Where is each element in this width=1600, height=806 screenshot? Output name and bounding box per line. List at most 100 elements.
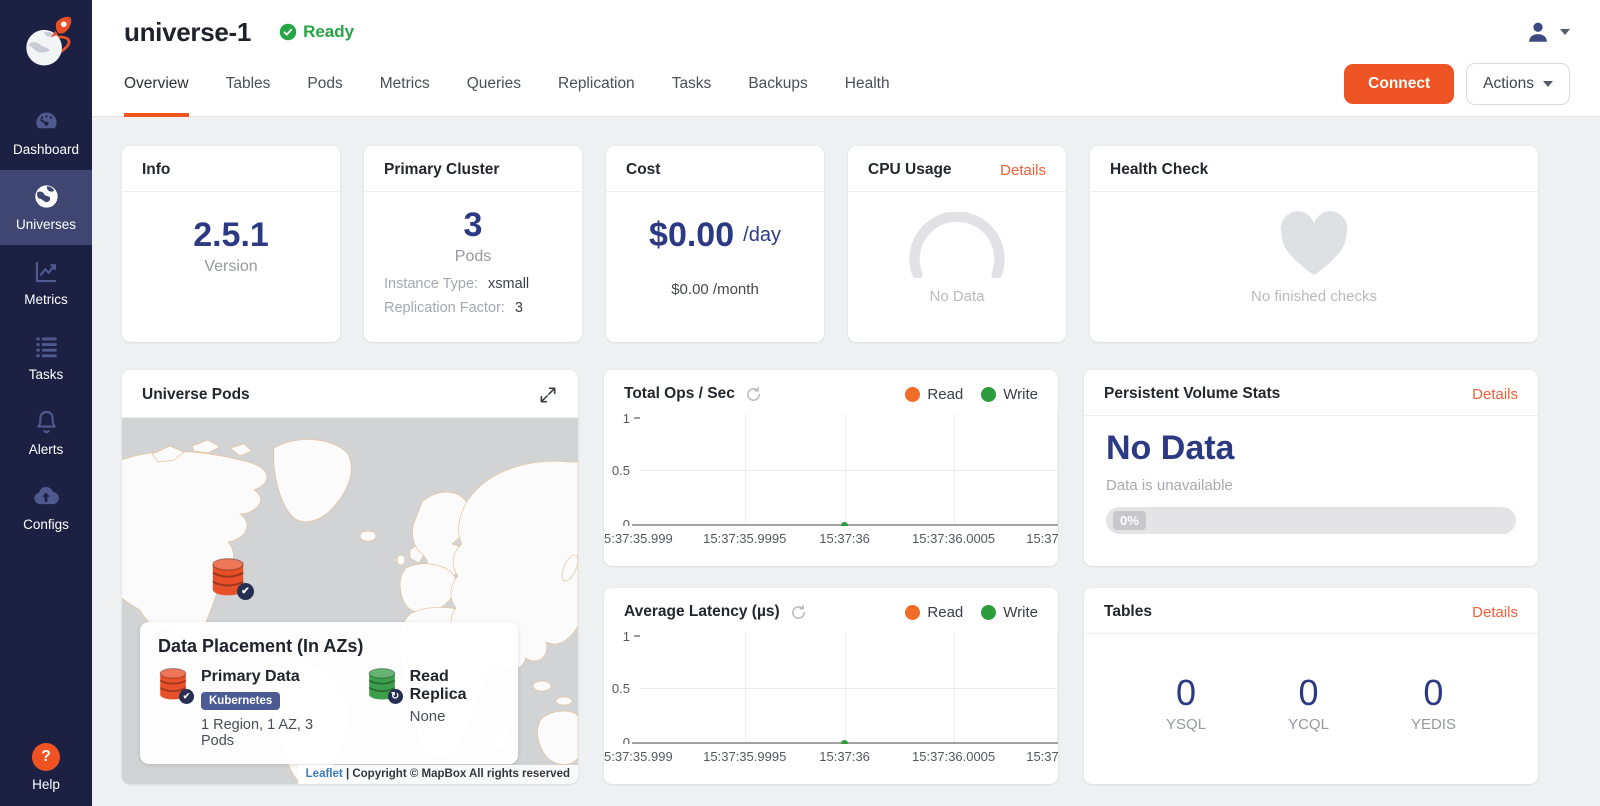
health-empty-text: No finished checks	[1251, 288, 1377, 305]
legend-read[interactable]: Read	[905, 604, 963, 621]
expand-icon[interactable]	[538, 385, 558, 405]
list-icon	[33, 332, 60, 360]
x-tick: 15:37:	[1026, 749, 1058, 764]
cpu-details-link[interactable]: Details	[1000, 162, 1046, 179]
help-icon: ?	[32, 743, 60, 771]
card-title: Persistent Volume Stats	[1104, 385, 1280, 403]
ycql-label: YCQL	[1288, 716, 1329, 733]
chart-legend: Read Write	[905, 386, 1038, 403]
connect-button[interactable]: Connect	[1344, 64, 1454, 104]
sidebar-item-tasks[interactable]: Tasks	[0, 320, 92, 395]
volume-empty-subtitle: Data is unavailable	[1106, 477, 1233, 494]
cloud-upload-icon	[32, 482, 60, 510]
map-attribution: Leaflet | Copyright © MapBox All rights …	[298, 765, 578, 784]
user-menu[interactable]	[1525, 19, 1570, 45]
x-tick: 5:37:35.999	[604, 531, 673, 546]
sidebar-item-configs[interactable]: Configs	[0, 470, 92, 545]
status-badge: Ready	[279, 22, 354, 42]
total-ops-chart-card: Total Ops / Sec Read Write	[604, 370, 1058, 566]
replication-factor-value: 3	[515, 300, 523, 316]
y-tick: 1	[604, 632, 630, 644]
x-tick: 15:37:	[1026, 531, 1058, 546]
world-map[interactable]: ✔ Data Placement (In AZs) ✔ Pri	[122, 418, 578, 784]
legend-write[interactable]: Write	[981, 604, 1038, 621]
universe-pods-card: Universe Pods	[122, 370, 578, 784]
y-tick: 1	[604, 414, 630, 426]
cluster-map-marker[interactable]: ✔	[210, 558, 250, 600]
cost-per-month: $0.00 /month	[671, 281, 759, 298]
tab-tasks[interactable]: Tasks	[672, 50, 712, 117]
sidebar-item-label: Metrics	[24, 292, 68, 307]
pods-label: Pods	[455, 248, 491, 266]
version-label: Version	[204, 258, 257, 276]
globe-icon	[33, 182, 60, 210]
yedis-label: YEDIS	[1411, 716, 1456, 733]
refresh-icon[interactable]	[790, 604, 807, 621]
tab-tables[interactable]: Tables	[226, 50, 271, 117]
chart-plot-area: 1 0.5 0	[604, 414, 1058, 526]
cost-per-day-value: $0.00	[649, 216, 734, 255]
heart-icon	[1275, 210, 1353, 280]
line-chart-icon	[33, 257, 60, 285]
tab-metrics[interactable]: Metrics	[380, 50, 430, 117]
tab-backups[interactable]: Backups	[748, 50, 807, 117]
card-title: Info	[142, 161, 170, 179]
tab-health[interactable]: Health	[845, 50, 890, 117]
sidebar-item-label: Dashboard	[13, 142, 79, 157]
sidebar-item-label: Alerts	[29, 442, 64, 457]
cpu-empty-text: No Data	[929, 288, 984, 305]
write-data-point	[841, 522, 848, 527]
tables-details-link[interactable]: Details	[1472, 604, 1518, 621]
primary-data-summary: 1 Region, 1 AZ, 3 Pods	[201, 717, 337, 749]
legend-read[interactable]: Read	[905, 386, 963, 403]
pods-count: 3	[464, 206, 483, 245]
chart-x-axis: 5:37:35.999 15:37:35.9995 15:37:36 15:37…	[604, 526, 1058, 550]
ycql-count: 0 YCQL	[1288, 672, 1329, 733]
version-value: 2.5.1	[193, 216, 269, 255]
bell-icon	[33, 407, 60, 435]
chart-plot-area: 1 0.5 0	[604, 632, 1058, 744]
tab-queries[interactable]: Queries	[467, 50, 521, 117]
ysql-count: 0 YSQL	[1166, 672, 1206, 733]
card-title: Primary Cluster	[384, 161, 499, 179]
status-text: Ready	[303, 22, 354, 42]
sidebar-item-label: Configs	[23, 517, 69, 532]
page-title: universe-1	[124, 17, 251, 48]
gauge-arc-icon	[898, 212, 1016, 278]
tab-bar: Overview Tables Pods Metrics Queries Rep…	[124, 50, 927, 117]
help-label: Help	[32, 777, 60, 792]
x-tick: 15:37:36	[819, 531, 870, 546]
sidebar-item-label: Universes	[16, 217, 76, 232]
data-placement-legend: Data Placement (In AZs) ✔ Primary Data K…	[140, 622, 518, 764]
refresh-icon[interactable]	[745, 386, 762, 403]
kubernetes-badge: Kubernetes	[201, 692, 280, 710]
legend-write[interactable]: Write	[981, 386, 1038, 403]
sidebar-item-metrics[interactable]: Metrics	[0, 245, 92, 320]
card-title: Universe Pods	[142, 386, 250, 404]
y-tick: 0	[604, 517, 630, 526]
volume-progress-label: 0%	[1113, 511, 1146, 530]
average-latency-chart-card: Average Latency (µs) Read Write	[604, 588, 1058, 784]
tab-overview[interactable]: Overview	[124, 50, 189, 117]
ycql-value: 0	[1298, 672, 1318, 714]
ysql-value: 0	[1176, 672, 1196, 714]
primary-cluster-card: Primary Cluster 3 Pods Instance Type:xsm…	[364, 146, 582, 342]
leaflet-link[interactable]: Leaflet	[306, 768, 343, 780]
chart-title: Total Ops / Sec	[624, 385, 735, 403]
sidebar-item-universes[interactable]: Universes	[0, 170, 92, 245]
read-replica-label: Read Replica	[410, 668, 500, 704]
app-logo-planet-rocket-icon[interactable]	[16, 12, 76, 79]
chart-title: Average Latency (µs)	[624, 603, 780, 621]
tab-pods[interactable]: Pods	[307, 50, 342, 117]
sidebar-item-help[interactable]: ? Help	[32, 743, 60, 792]
info-card: Info 2.5.1 Version	[122, 146, 340, 342]
volume-details-link[interactable]: Details	[1472, 386, 1518, 403]
check-badge-icon: ✔	[179, 689, 194, 704]
sidebar-item-alerts[interactable]: Alerts	[0, 395, 92, 470]
persistent-volume-card: Persistent Volume Stats Details No Data …	[1084, 370, 1538, 566]
tab-replication[interactable]: Replication	[558, 50, 635, 117]
gauge-icon	[33, 107, 60, 135]
replication-factor-label: Replication Factor:	[384, 300, 505, 316]
sidebar-item-dashboard[interactable]: Dashboard	[0, 95, 92, 170]
actions-button[interactable]: Actions	[1466, 63, 1570, 105]
